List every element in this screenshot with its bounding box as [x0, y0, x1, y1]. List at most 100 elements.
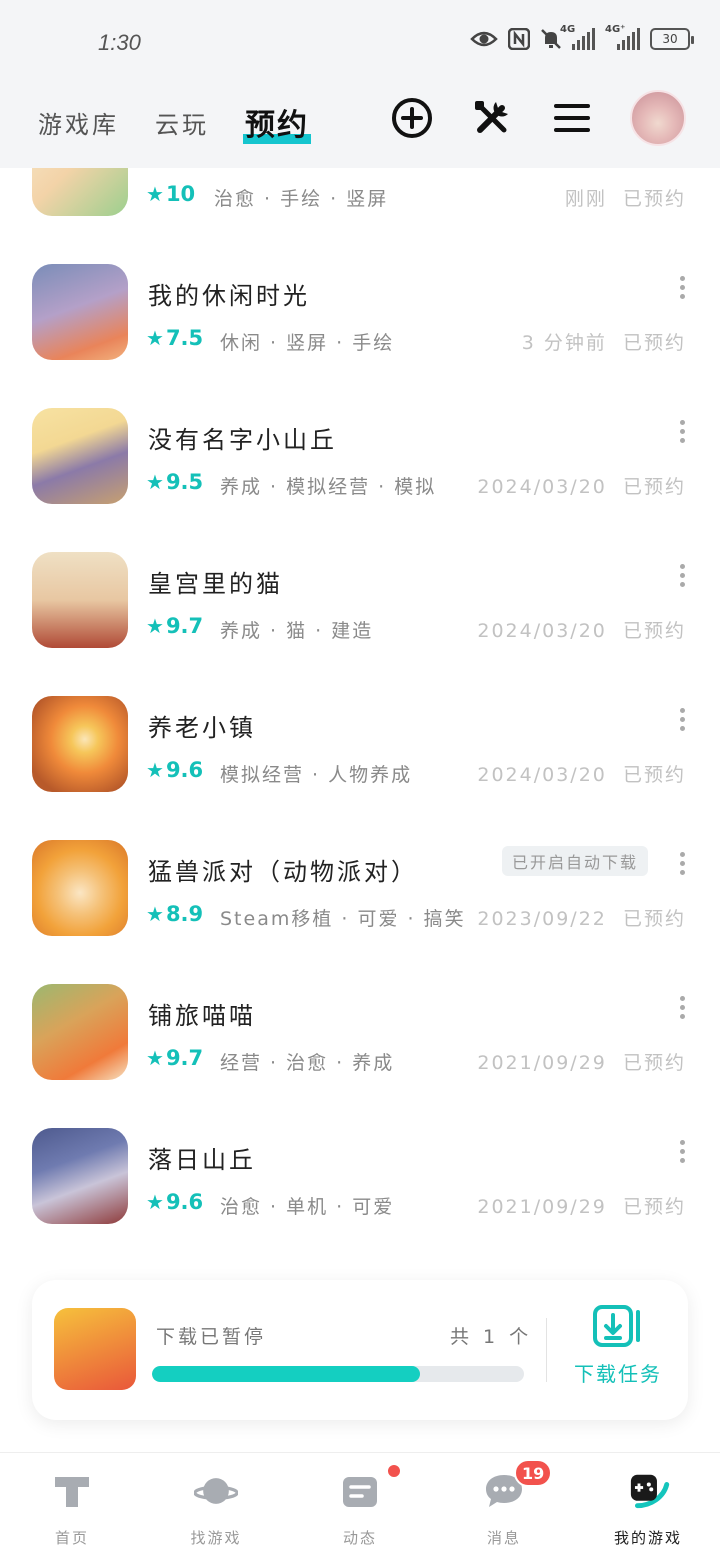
- list-item[interactable]: 铺旅喵喵 ★ 9.7 经营 · 治愈 · 养成 2021/09/29 已预约: [0, 984, 720, 1128]
- reserve-time-value: 2023/09/22: [477, 908, 607, 930]
- game-rating: ★ 9.5: [146, 470, 203, 494]
- menu-button[interactable]: [550, 96, 594, 140]
- nav-home-label: 首页: [54, 1529, 89, 1547]
- game-name: 养老小镇: [148, 714, 256, 742]
- rating-value: 9.7: [165, 614, 204, 638]
- nav-feed[interactable]: 动态: [288, 1453, 432, 1560]
- user-avatar[interactable]: [630, 90, 686, 146]
- reserve-status: 已预约: [622, 620, 686, 642]
- tab-reservations-label: 预约: [245, 108, 309, 143]
- more-options-button[interactable]: [680, 996, 686, 1019]
- download-task-icon: [593, 1305, 640, 1347]
- more-options-button[interactable]: [680, 708, 686, 731]
- my-games-icon: [630, 1474, 670, 1509]
- game-icon: [32, 552, 128, 648]
- game-icon: [32, 264, 128, 360]
- game-rating: ★ 9.6: [146, 758, 203, 782]
- game-tags: 养成 · 猫 · 建造: [220, 620, 374, 642]
- game-tags: 治愈 · 单机 · 可爱: [220, 1196, 395, 1218]
- nav-home[interactable]: 首页: [0, 1453, 144, 1560]
- tools-button[interactable]: [470, 96, 514, 140]
- reserve-status: 已预约: [622, 908, 686, 930]
- tools-icon: [475, 101, 508, 133]
- reserve-time: 2024/03/20 已预约: [477, 472, 686, 499]
- reserve-time: 2024/03/20 已预约: [477, 616, 686, 643]
- nav-find-games[interactable]: 找游戏: [144, 1453, 288, 1560]
- list-item[interactable]: 我的休闲时光 ★ 7.5 休闲 · 竖屏 · 手绘 3 分钟前 已预约: [0, 264, 720, 408]
- battery-icon: 30: [650, 28, 694, 50]
- reserve-time: 3 分钟前 已预约: [522, 328, 686, 355]
- auto-download-badge: 已开启自动下载: [501, 846, 648, 876]
- list-item[interactable]: 皇宫里的猫 ★ 9.7 养成 · 猫 · 建造 2024/03/20 已预约: [0, 552, 720, 696]
- game-rating: ★ 10: [146, 182, 195, 206]
- add-button[interactable]: [390, 96, 434, 140]
- game-name: 我的休闲时光: [148, 282, 310, 310]
- game-rating: ★ 7.5: [146, 326, 203, 350]
- tab-game-library[interactable]: 游戏库: [38, 105, 119, 140]
- list-item[interactable]: 落日山丘 ★ 9.6 治愈 · 单机 · 可爱 2021/09/29 已预约: [0, 1128, 720, 1272]
- star-icon: ★: [146, 1190, 164, 1214]
- divider: [546, 1318, 547, 1382]
- eye-icon: [470, 31, 498, 47]
- game-rating: ★ 8.9: [146, 902, 203, 926]
- nav-messages-label: 消息: [486, 1529, 521, 1547]
- reserve-time-value: 刚刚: [564, 188, 607, 210]
- home-icon: [55, 1477, 89, 1507]
- game-rating: ★ 9.7: [146, 614, 203, 638]
- reserve-time-value: 2021/09/29: [477, 1052, 607, 1074]
- list-item[interactable]: 养老小镇 ★ 9.6 模拟经营 · 人物养成 2024/03/20 已预约: [0, 696, 720, 840]
- add-icon: [392, 98, 432, 138]
- reserve-status: 已预约: [622, 1196, 686, 1218]
- game-tags: 休闲 · 竖屏 · 手绘: [220, 332, 395, 354]
- reserve-time: 刚刚 已预约: [565, 184, 686, 211]
- header-actions: [390, 90, 686, 146]
- download-card[interactable]: 下载已暂停 共 1 个 下载任务: [32, 1280, 688, 1420]
- more-options-button[interactable]: [680, 852, 686, 875]
- game-icon: [32, 840, 128, 936]
- star-icon: ★: [146, 614, 164, 638]
- game-icon: [32, 408, 128, 504]
- game-name: 猛兽派对（动物派对）: [148, 858, 418, 886]
- list-item[interactable]: 没有名字小山丘 ★ 9.5 养成 · 模拟经营 · 模拟 2024/03/20 已…: [0, 408, 720, 552]
- game-icon: [32, 696, 128, 792]
- nav-find-games-label: 找游戏: [190, 1529, 242, 1547]
- star-icon: ★: [146, 326, 164, 350]
- tab-reservations[interactable]: 预约: [243, 100, 311, 144]
- planet-icon: [194, 1478, 238, 1504]
- reserve-time: 2021/09/29 已预约: [477, 1192, 686, 1219]
- game-tags: Steam移植 · 可爱 · 搞笑: [220, 908, 466, 930]
- nfc-icon: [508, 28, 530, 50]
- rating-value: 9.5: [165, 470, 204, 494]
- reserve-status: 已预约: [622, 188, 686, 210]
- game-name: 没有名字小山丘: [148, 426, 337, 454]
- star-icon: ★: [146, 470, 164, 494]
- top-tabs: 游戏库 云玩 预约: [38, 100, 311, 144]
- nav-my-games-label: 我的游戏: [613, 1529, 682, 1547]
- download-tasks-button[interactable]: 下载任务: [566, 1304, 670, 1387]
- more-options-button[interactable]: [680, 1140, 686, 1163]
- reserve-time-value: 3 分钟前: [521, 332, 607, 354]
- reserve-time-value: 2024/03/20: [477, 476, 607, 498]
- more-options-button[interactable]: [680, 276, 686, 299]
- tab-cloud-play[interactable]: 云玩: [155, 105, 209, 140]
- rating-value: 7.5: [165, 326, 204, 350]
- reserve-status: 已预约: [622, 764, 686, 786]
- game-name: 落日山丘: [148, 1146, 256, 1174]
- list-item[interactable]: 猛兽派对（动物派对） 已开启自动下载 ★ 8.9 Steam移植 · 可爱 · 搞…: [0, 840, 720, 984]
- download-progress-fill: [152, 1366, 420, 1382]
- more-options-button[interactable]: [680, 564, 686, 587]
- nav-my-games[interactable]: 我的游戏: [576, 1453, 720, 1560]
- rating-value: 9.6: [165, 758, 204, 782]
- battery-level: 30: [662, 32, 678, 46]
- nav-messages[interactable]: 19 消息: [432, 1453, 576, 1560]
- download-status: 下载已暂停: [156, 1326, 267, 1348]
- bottom-nav: 首页 找游戏 动态 19 消息 我的游戏: [0, 1452, 720, 1560]
- status-icons: 4G 4G⁺ 30: [470, 24, 694, 50]
- star-icon: ★: [146, 182, 164, 206]
- more-options-button[interactable]: [680, 420, 686, 443]
- game-tags: 养成 · 模拟经营 · 模拟: [220, 476, 437, 498]
- game-icon: [32, 984, 128, 1080]
- rating-value: 9.6: [165, 1190, 204, 1214]
- download-tasks-label: 下载任务: [574, 1362, 662, 1386]
- game-icon: [32, 1128, 128, 1224]
